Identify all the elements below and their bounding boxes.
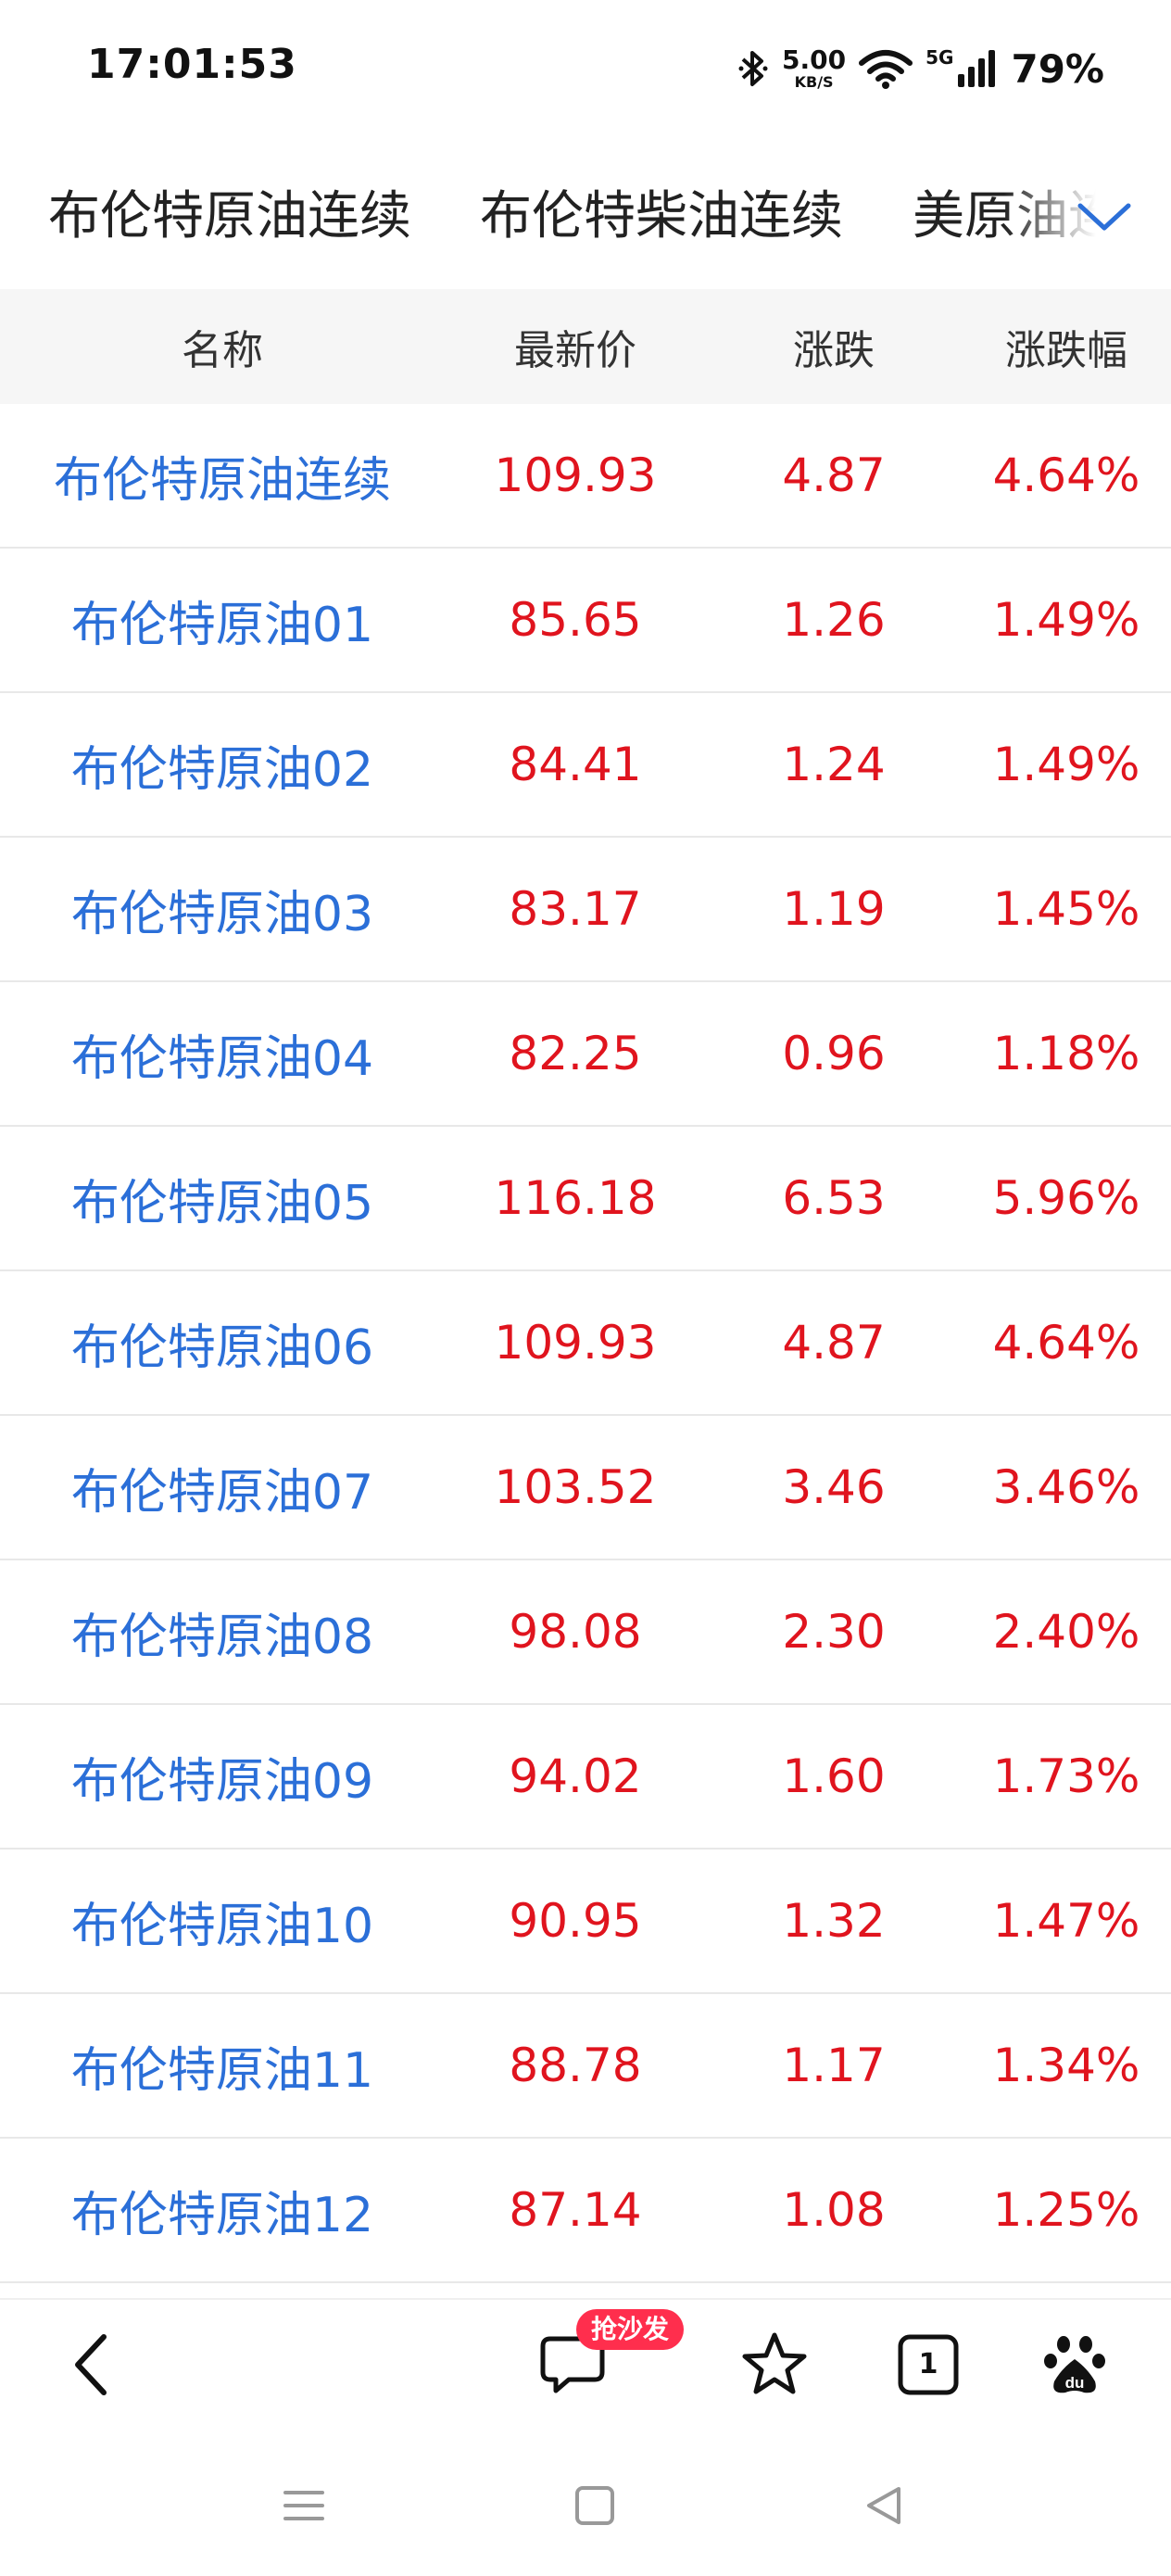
status-bar: 17:01:53 5.00 KB/S 5G 79% [0,0,1171,139]
row-change: 1.19 [782,882,886,936]
network-type: 5G [925,46,954,69]
row-price: 83.17 [509,882,642,936]
back-arrow-icon[interactable] [46,2318,139,2411]
row-price: 88.78 [509,2039,642,2092]
row-change-pct: 4.64% [992,1316,1140,1370]
row-name: 布伦特原油11 [70,2042,374,2099]
net-speed-unit: KB/S [794,73,834,91]
header-name[interactable]: 名称 [0,317,445,376]
row-change-pct: 3.46% [992,1460,1140,1514]
tab-brent-crude-continuous[interactable]: 布伦特原油连续 [48,174,411,249]
back-triangle-icon[interactable] [847,2469,921,2543]
table-row[interactable]: 布伦特原油02 84.41 1.24 1.49% [0,693,1171,838]
baidu-paw-icon[interactable]: du [1028,2318,1121,2411]
table-row[interactable]: 布伦特原油05 116.18 6.53 5.96% [0,1127,1171,1271]
row-name: 布伦特原油05 [70,1175,374,1231]
row-change-pct: 5.96% [992,1171,1140,1225]
table-row[interactable]: 布伦特原油12 87.14 1.08 1.25% [0,2139,1171,2283]
row-price: 94.02 [509,1749,642,1803]
row-change: 1.26 [782,593,886,647]
row-price: 103.52 [494,1460,657,1514]
row-change-pct: 4.64% [992,448,1140,502]
row-price: 109.93 [494,448,657,502]
row-change-pct: 2.40% [992,1605,1140,1659]
bluetooth-icon [737,48,769,89]
header-price[interactable]: 最新价 [445,317,706,376]
table-row[interactable]: 布伦特原油06 109.93 4.87 4.64% [0,1271,1171,1416]
row-change: 6.53 [782,1171,886,1225]
system-nav-bar [0,2428,1171,2576]
wifi-icon [859,48,913,89]
page: 17:01:53 5.00 KB/S 5G 79% 布伦特原油连续 布伦特柴油连… [0,0,1171,2576]
menu-icon[interactable] [267,2469,341,2543]
net-speed-value: 5.00 [782,44,847,75]
header-change[interactable]: 涨跌 [706,317,962,376]
row-name: 布伦特原油01 [70,597,374,653]
svg-text:du: du [1065,2374,1085,2392]
row-change: 0.96 [782,1027,886,1080]
home-icon[interactable] [558,2469,632,2543]
row-change-pct: 1.18% [992,1027,1140,1080]
table-row[interactable]: 布伦特原油07 103.52 3.46 3.46% [0,1416,1171,1560]
row-name: 布伦特原油连续 [53,452,391,509]
battery-level: 79% [1011,45,1104,92]
signal-icon [957,48,998,89]
tab-count-icon[interactable]: 1 [882,2318,975,2411]
row-change-pct: 1.49% [992,593,1140,647]
row-change: 1.24 [782,738,886,791]
net-speed: 5.00 KB/S [782,47,846,90]
row-change: 1.17 [782,2039,886,2092]
row-price: 109.93 [494,1316,657,1370]
star-icon[interactable] [728,2318,821,2411]
row-price: 84.41 [509,738,642,791]
quote-table: 名称 最新价 涨跌 涨跌幅 布伦特原油连续 109.93 4.87 4.64% … [0,289,1171,2283]
status-time: 17:01:53 [87,41,297,88]
table-row[interactable]: 布伦特原油04 82.25 0.96 1.18% [0,982,1171,1127]
row-name: 布伦特原油04 [70,1030,374,1087]
row-price: 98.08 [509,1605,642,1659]
row-price: 85.65 [509,593,642,647]
row-change-pct: 1.25% [992,2183,1140,2237]
category-tabs: 布伦特原油连续 布伦特柴油连续 美原油连 [0,139,1171,287]
table-row[interactable]: 布伦特原油10 90.95 1.32 1.47% [0,1850,1171,1994]
tab-count: 1 [918,2348,938,2380]
row-name: 布伦特原油07 [70,1464,374,1521]
table-row[interactable]: 布伦特原油01 85.65 1.26 1.49% [0,549,1171,693]
row-name: 布伦特原油03 [70,886,374,942]
row-name: 布伦特原油02 [70,741,374,798]
row-name: 布伦特原油10 [70,1898,374,1954]
row-change: 1.08 [782,2183,886,2237]
table-row[interactable]: 布伦特原油连续 109.93 4.87 4.64% [0,404,1171,549]
row-change: 4.87 [782,1316,886,1370]
row-name: 布伦特原油08 [70,1609,374,1665]
table-row[interactable]: 布伦特原油08 98.08 2.30 2.40% [0,1560,1171,1705]
row-change-pct: 1.34% [992,2039,1140,2092]
row-change: 4.87 [782,448,886,502]
row-change-pct: 1.73% [992,1749,1140,1803]
row-change: 2.30 [782,1605,886,1659]
header-change-pct[interactable]: 涨跌幅 [962,317,1171,376]
row-name: 布伦特原油06 [70,1320,374,1376]
row-price: 87.14 [509,2183,642,2237]
row-change: 1.60 [782,1749,886,1803]
table-row[interactable]: 布伦特原油11 88.78 1.17 1.34% [0,1994,1171,2139]
row-change: 1.32 [782,1894,886,1948]
row-change: 3.46 [782,1460,886,1514]
table-row[interactable]: 布伦特原油03 83.17 1.19 1.45% [0,838,1171,982]
bottom-toolbar: 抢沙发 1 du [0,2298,1171,2430]
status-indicators: 5.00 KB/S 5G 79% [737,41,1104,96]
table-header: 名称 最新价 涨跌 涨跌幅 [0,289,1171,404]
tab-brent-diesel-continuous[interactable]: 布伦特柴油连续 [480,174,843,249]
row-change-pct: 1.49% [992,738,1140,791]
table-row[interactable]: 布伦特原油09 94.02 1.60 1.73% [0,1705,1171,1850]
row-price: 116.18 [494,1171,657,1225]
grab-sofa-badge[interactable]: 抢沙发 [576,2309,685,2350]
chevron-down-icon[interactable] [1071,183,1138,250]
row-change-pct: 1.45% [992,882,1140,936]
row-price: 90.95 [509,1894,642,1948]
row-name: 布伦特原油09 [70,1753,374,1810]
row-change-pct: 1.47% [992,1894,1140,1948]
row-name: 布伦特原油12 [70,2187,374,2243]
row-price: 82.25 [509,1027,642,1080]
